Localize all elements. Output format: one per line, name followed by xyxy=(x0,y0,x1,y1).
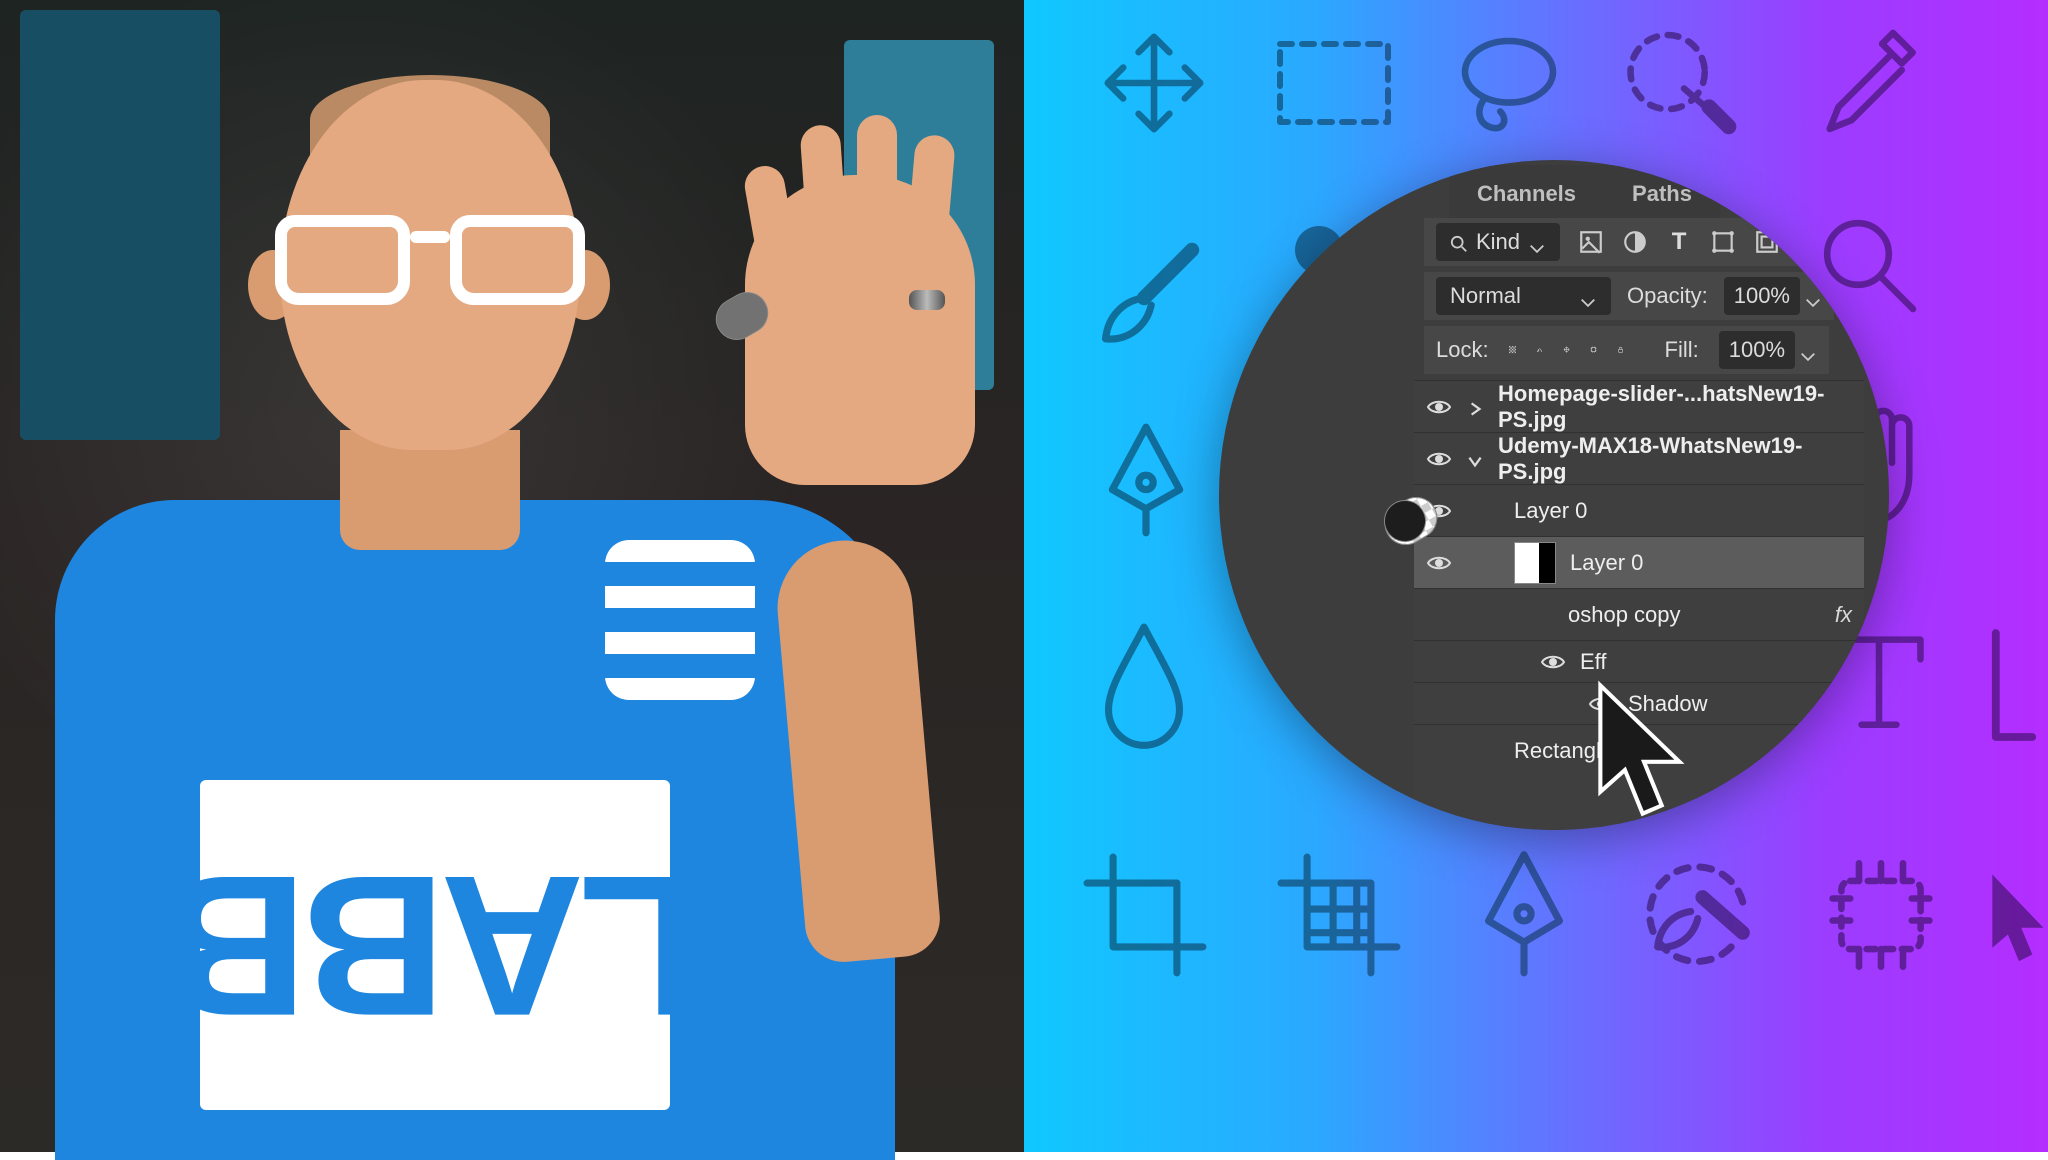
ring xyxy=(909,290,945,310)
rectangular-marquee-icon xyxy=(1274,38,1394,128)
raised-hand xyxy=(745,175,975,485)
fill-label: Fill: xyxy=(1665,337,1699,363)
lock-transparent-icon[interactable] xyxy=(1509,337,1516,363)
teardrop-icon xyxy=(1094,620,1194,750)
visibility-icon[interactable] xyxy=(1540,649,1566,675)
eyedropper-icon xyxy=(1814,22,1924,142)
layer-row-layer0a[interactable]: Layer 0 xyxy=(1414,484,1864,536)
layer-group-2[interactable]: Udemy-MAX18-WhatsNew19-PS.jpg xyxy=(1414,432,1864,484)
pointer-cursor-icon xyxy=(1589,680,1699,830)
cursor-icon xyxy=(1984,870,2048,970)
tab-channels[interactable]: Channels xyxy=(1449,165,1604,223)
layer-group-1[interactable]: Homepage-slider-...hatsNew19-PS.jpg xyxy=(1414,380,1864,432)
fill-value: 100% xyxy=(1719,331,1795,369)
crop-icon xyxy=(1080,850,1210,980)
opacity-input[interactable]: 100% xyxy=(1724,277,1822,315)
torso: LABB xyxy=(55,500,895,1160)
visibility-icon[interactable] xyxy=(1426,550,1452,576)
white-glasses xyxy=(275,215,585,310)
opacity-label: Opacity: xyxy=(1627,283,1708,309)
tee-logo: LABB xyxy=(200,780,670,1110)
filter-smart-icon[interactable] xyxy=(1754,229,1780,255)
fill-input[interactable]: 100% xyxy=(1719,331,1817,369)
tee-logo-text: LABB xyxy=(169,830,700,1060)
layer-name: oshop copy xyxy=(1568,602,1681,628)
lock-artboard-icon[interactable] xyxy=(1590,337,1597,363)
rotate-brush-icon xyxy=(1634,850,1764,980)
visibility-icon[interactable] xyxy=(1426,394,1452,420)
layer-effects-row[interactable]: Eff xyxy=(1414,640,1864,682)
sleeve-stripes xyxy=(605,540,755,700)
filter-pixel-icon[interactable] xyxy=(1578,229,1604,255)
search-icon xyxy=(1450,233,1468,251)
lock-image-icon[interactable] xyxy=(1536,337,1543,363)
lock-row: Lock: Fill: 100% xyxy=(1424,326,1829,374)
blend-mode-value: Normal xyxy=(1450,283,1521,309)
panel-tabs: Channels Paths xyxy=(1449,165,1720,223)
graphic-panel: Channels Paths Kind T Normal Opacity: 10… xyxy=(1024,0,2048,1152)
group-name: Homepage-slider-...hatsNew19-PS.jpg xyxy=(1498,381,1852,433)
tab-paths[interactable]: Paths xyxy=(1604,165,1720,223)
blend-mode-row: Normal Opacity: 100% xyxy=(1424,272,1834,320)
person: LABB xyxy=(0,0,1024,1152)
filter-shape-icon[interactable] xyxy=(1710,229,1736,255)
chevron-down-icon xyxy=(1804,289,1822,303)
chevron-down-icon[interactable] xyxy=(1466,450,1484,468)
layers-panel-magnified: Channels Paths Kind T Normal Opacity: 10… xyxy=(1219,160,1889,830)
fx-badge[interactable]: fx xyxy=(1835,602,1852,628)
lock-label: Lock: xyxy=(1436,337,1489,363)
pen-icon xyxy=(1086,420,1206,540)
pen-tool-icon xyxy=(1464,850,1584,980)
filter-kind-select[interactable]: Kind xyxy=(1436,223,1560,261)
layer-row-layer0b-selected[interactable]: Layer 0 xyxy=(1414,536,1864,588)
overflow-icon xyxy=(1984,620,2044,750)
instructor-photo: LABB xyxy=(0,0,1024,1152)
brush-icon xyxy=(1090,238,1210,358)
layer-mask-thumbnail xyxy=(1514,542,1556,584)
group-name: Udemy-MAX18-WhatsNew19-PS.jpg xyxy=(1498,433,1852,485)
effect-label: Eff xyxy=(1580,649,1607,675)
filter-type-icon[interactable]: T xyxy=(1666,229,1692,255)
filter-adjust-icon[interactable] xyxy=(1622,229,1648,255)
lasso-icon xyxy=(1454,30,1564,140)
move-icon xyxy=(1099,28,1209,138)
chevron-down-icon xyxy=(1799,343,1817,357)
chevron-down-icon xyxy=(1579,289,1597,303)
visibility-icon[interactable] xyxy=(1426,446,1452,472)
lock-all-icon[interactable] xyxy=(1617,337,1624,363)
lock-position-icon[interactable] xyxy=(1563,337,1570,363)
chevron-right-icon[interactable] xyxy=(1466,398,1484,416)
perspective-crop-icon xyxy=(1274,850,1404,980)
layer-filter-row: Kind T xyxy=(1424,218,1829,266)
layer-name: Layer 0 xyxy=(1514,498,1587,524)
filter-kind-label: Kind xyxy=(1476,229,1520,255)
layer-row-pscopy[interactable]: oshop copy fx xyxy=(1414,588,1864,640)
chevron-down-icon xyxy=(1528,235,1546,249)
blend-mode-select[interactable]: Normal xyxy=(1436,277,1611,315)
layer-name: Layer 0 xyxy=(1570,550,1643,576)
quick-selection-icon xyxy=(1624,28,1744,138)
patch-icon xyxy=(1826,850,1936,980)
opacity-value: 100% xyxy=(1724,277,1800,315)
